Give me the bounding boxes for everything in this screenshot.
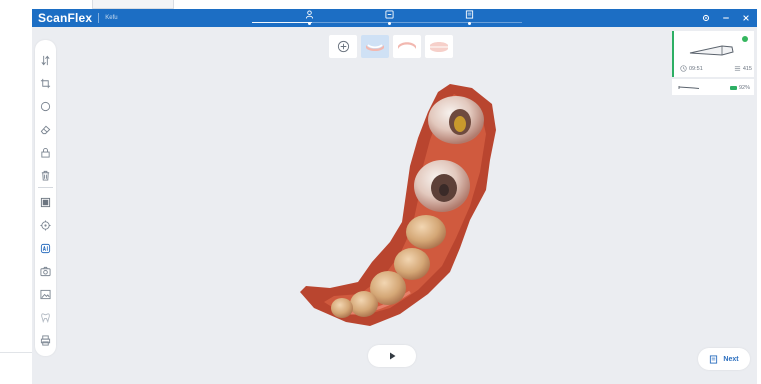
step-dot	[387, 22, 391, 25]
eraser-tool[interactable]	[38, 122, 53, 137]
eraser-icon	[40, 125, 51, 135]
step-report[interactable]	[462, 10, 476, 27]
settings-button[interactable]	[701, 13, 711, 23]
scan-stats: 09:51 415	[680, 64, 752, 73]
wand-icon	[678, 85, 700, 89]
close-button[interactable]	[741, 13, 751, 23]
frame-count-value: 415	[742, 65, 752, 72]
battery-row: 92%	[678, 83, 750, 92]
delete-tool[interactable]	[38, 168, 53, 183]
clock-icon	[680, 65, 687, 72]
circle-select-icon	[40, 101, 51, 112]
battery-level: 92%	[729, 84, 750, 91]
upper-jaw-button[interactable]	[393, 35, 421, 58]
frames-icon	[734, 66, 740, 71]
report-icon	[710, 354, 718, 364]
tooth-icon	[41, 313, 50, 323]
lock-tool[interactable]	[38, 145, 53, 160]
sidebar-divider	[38, 187, 53, 188]
image-tool[interactable]	[38, 287, 53, 302]
brand: ScanFlex Kefu	[38, 11, 118, 25]
connection-status-dot	[742, 36, 748, 42]
print-tool[interactable]	[38, 333, 53, 348]
swap-jaw-tool[interactable]	[38, 53, 53, 68]
brand-divider	[98, 13, 100, 23]
screen: ScanFlex Kefu 09:51 415 92% Next	[0, 0, 761, 384]
step-dot	[467, 22, 471, 25]
bite-button[interactable]	[425, 35, 453, 58]
background-window-edge	[0, 352, 32, 384]
next-label: Next	[723, 355, 739, 363]
swap-jaw-icon	[41, 55, 50, 66]
app-window: ScanFlex Kefu 09:51 415 92% Next	[32, 9, 757, 384]
dental-scan-model	[300, 84, 496, 326]
window-controls	[701, 11, 751, 25]
bite-icon	[430, 41, 448, 52]
scan-time: 09:51	[680, 65, 703, 72]
background-window-tab	[92, 0, 174, 9]
tooth-tool[interactable]	[38, 310, 53, 325]
snapshot-icon	[40, 266, 51, 277]
play-button[interactable]	[368, 345, 416, 367]
play-icon	[389, 352, 395, 360]
add-scan-button[interactable]	[329, 35, 357, 58]
step-patient[interactable]	[302, 10, 316, 27]
image-icon	[40, 289, 51, 300]
scan-frame-icon	[384, 10, 394, 19]
title-bar: ScanFlex Kefu	[32, 9, 757, 27]
battery-icon	[729, 85, 737, 90]
texture-toggle-tool[interactable]	[38, 195, 53, 210]
lock-icon	[41, 148, 50, 158]
frame-count: 415	[734, 65, 752, 72]
tool-sidebar	[35, 40, 56, 356]
close-icon	[743, 15, 749, 21]
target-icon	[40, 220, 51, 231]
step-dot	[307, 22, 311, 25]
battery-value: 92%	[738, 84, 750, 91]
report-icon	[465, 10, 473, 19]
workflow-stepper	[252, 9, 522, 27]
circle-select-tool[interactable]	[38, 99, 53, 114]
view-toolbar	[329, 35, 453, 58]
snapshot-tool[interactable]	[38, 264, 53, 279]
scanner-status-panel: 09:51 415	[672, 31, 754, 77]
upper-jaw-icon	[398, 41, 416, 49]
scanner-icon	[689, 45, 734, 56]
crop-icon	[40, 78, 51, 89]
scan-time-value: 09:51	[689, 65, 703, 72]
add-icon	[337, 40, 349, 53]
step-scan[interactable]	[382, 10, 396, 27]
texture-toggle-icon	[40, 197, 51, 208]
lower-jaw-icon	[366, 43, 384, 51]
print-icon	[40, 335, 51, 346]
minimize-icon	[723, 17, 729, 19]
ai-tool[interactable]	[38, 241, 53, 256]
device-battery-panel: 92%	[672, 79, 754, 95]
crop-tool[interactable]	[38, 76, 53, 91]
minimize-button[interactable]	[721, 13, 731, 23]
lower-jaw-button[interactable]	[361, 35, 389, 58]
person-icon	[305, 10, 313, 19]
trash-icon	[41, 170, 50, 181]
brand-name: ScanFlex	[38, 11, 93, 25]
brand-subtitle: Kefu	[105, 15, 118, 21]
target-tool[interactable]	[38, 218, 53, 233]
settings-icon	[702, 14, 710, 22]
ai-icon	[40, 243, 51, 254]
next-button[interactable]: Next	[698, 348, 750, 370]
